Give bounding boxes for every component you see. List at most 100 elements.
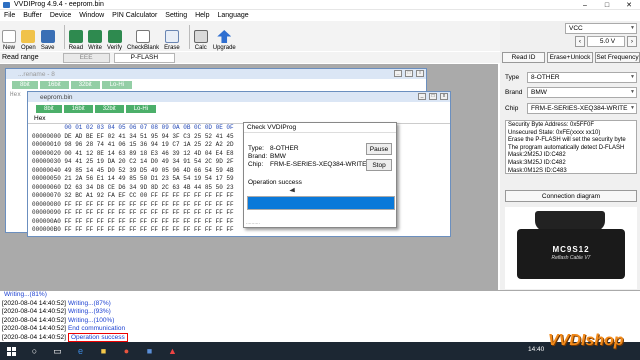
chip-info-box[interactable]: Security Byte Address: 0x5FF0F Unsecured …	[505, 120, 637, 174]
chrome-icon[interactable]: ●	[118, 344, 135, 358]
device-image: MC9S12 Reflash Cable V7	[505, 207, 637, 289]
log-message: Writing...(87%)	[67, 299, 111, 307]
file-explorer-icon[interactable]: ■	[95, 344, 112, 358]
vcc-select[interactable]: VCC ▼	[565, 23, 637, 34]
tab-16bit[interactable]: 16bit	[39, 81, 69, 89]
app-taskbar-icon[interactable]: ▲	[164, 344, 181, 358]
chip-info-line: Mask:3M25J ID:C482	[508, 159, 566, 166]
dialog-chip-value: FRM-E-SERIES-XEQ384-WRITE	[270, 161, 367, 168]
voltage-field[interactable]: 5.0 V	[587, 36, 625, 47]
menu-bar: File Buffer Device Window PIN Calculator…	[0, 10, 640, 21]
voltage-up-button[interactable]: ›	[627, 36, 637, 47]
close-icon[interactable]: x	[440, 93, 448, 100]
verify-button[interactable]: Verify	[107, 23, 122, 51]
windows-start-icon[interactable]	[3, 344, 20, 358]
menu-file[interactable]: File	[4, 12, 15, 19]
toolbar-separator	[63, 25, 65, 49]
toolbar: New Open Save Read Write Verify CheckBla…	[0, 21, 500, 51]
app-icon	[3, 2, 10, 8]
chip-info-line: The program automatically detect D-FLASH	[508, 144, 625, 151]
new-button[interactable]: New	[2, 23, 16, 51]
voltage-down-button[interactable]: ‹	[575, 36, 585, 47]
pause-button[interactable]: Pause	[366, 143, 392, 155]
dialog-type-label: Type:	[248, 145, 264, 152]
menu-help[interactable]: Help	[195, 12, 209, 19]
menu-setting[interactable]: Setting	[165, 12, 187, 19]
tab-32bit[interactable]: 32bit	[94, 105, 124, 113]
chip-select[interactable]: FRM-E-SERIES-XEQ384-WRITE ▼	[527, 103, 637, 114]
device-label-1: MC9S12	[552, 245, 590, 254]
log-timestamp: [2020-08-04 14:40:52]	[2, 299, 66, 307]
minimize-icon[interactable]: _	[418, 93, 426, 100]
menu-language[interactable]: Language	[218, 12, 249, 19]
read-button[interactable]: Read	[69, 23, 83, 51]
menu-pin-calculator[interactable]: PIN Calculator	[112, 12, 157, 19]
connection-diagram-button[interactable]: Connection diagram	[505, 190, 637, 202]
log-line: [2020-08-04 14:40:52] Writing...(93%)	[0, 308, 640, 317]
tab-lo-hi[interactable]: Lo-Hi	[101, 81, 133, 89]
chevron-down-icon: ▼	[630, 105, 635, 111]
dialog-brand-label: Brand:	[248, 153, 268, 160]
type-select[interactable]: 8-OTHER ▼	[527, 72, 637, 83]
edge-browser-icon[interactable]: e	[72, 344, 89, 358]
brand-value: BMW	[531, 89, 547, 96]
tab-eee[interactable]: EEE	[62, 52, 110, 63]
log-timestamp: [2020-08-04 14:40:52]	[2, 308, 66, 316]
watermark-logo: VVDIshop	[548, 332, 624, 350]
stop-button[interactable]: Stop	[366, 159, 392, 171]
tab-8bit[interactable]: 8bit	[36, 105, 62, 113]
save-button[interactable]: Save	[40, 23, 55, 51]
check-dialog: Check VVDIProg Type: 8-OTHER Brand: BMW Ch…	[243, 122, 397, 228]
tab-lo-hi[interactable]: Lo-Hi	[125, 105, 157, 113]
read-id-button[interactable]: Read ID	[502, 52, 545, 63]
chip-label: Chip	[505, 105, 519, 112]
maximize-icon[interactable]: □	[596, 0, 618, 10]
maximize-icon[interactable]: □	[405, 70, 413, 77]
write-chip-icon	[88, 30, 103, 43]
log-timestamp: [2020-08-04 14:40:52]	[2, 325, 66, 333]
erase-button[interactable]: Erase	[164, 23, 180, 51]
minimize-icon[interactable]: _	[394, 70, 402, 77]
log-message: End communication	[67, 325, 126, 333]
menu-device[interactable]: Device	[50, 12, 71, 19]
maximize-icon[interactable]: □	[429, 93, 437, 100]
read-range-label: Read range	[2, 54, 39, 61]
close-icon[interactable]: x	[416, 70, 424, 77]
vvdiprog-taskbar-icon[interactable]: ■	[141, 344, 158, 358]
tab-8bit[interactable]: 8bit	[12, 81, 38, 89]
set-frequency-button[interactable]: Set Frequency	[595, 52, 640, 63]
log-line: [2020-08-04 14:40:52] Writing...(100%)	[0, 317, 640, 326]
calc-button[interactable]: Calc	[193, 23, 208, 51]
brand-select[interactable]: BMW ▼	[527, 87, 637, 98]
new-file-icon	[2, 30, 16, 43]
dialog-resize-grip[interactable]: ..........	[246, 220, 260, 226]
upgrade-button[interactable]: Upgrade	[213, 23, 236, 51]
minimize-icon[interactable]: –	[574, 0, 596, 10]
open-button[interactable]: Open	[21, 23, 36, 51]
progress-track	[247, 196, 395, 210]
tab-16bit[interactable]: 16bit	[63, 105, 93, 113]
search-icon[interactable]: ○	[26, 344, 43, 358]
menu-buffer[interactable]: Buffer	[23, 12, 42, 19]
clock: 14:40	[528, 346, 545, 353]
chevron-down-icon: ▼	[630, 25, 635, 31]
erase-unlock-button[interactable]: Erase+Unlock	[547, 52, 593, 63]
chip-value: FRM-E-SERIES-XEQ384-WRITE	[531, 105, 628, 112]
cable-body	[517, 229, 625, 279]
menu-window[interactable]: Window	[79, 12, 104, 19]
dialog-chip-label: Chip:	[248, 161, 264, 168]
toolbar-separator	[188, 25, 190, 49]
log-message: Writing...(93%)	[67, 308, 111, 316]
calculator-icon	[193, 30, 208, 43]
dialog-type-value: 8-OTHER	[270, 145, 299, 152]
dialog-title: Check VVDIProg	[244, 123, 396, 133]
tab-32bit[interactable]: 32bit	[70, 81, 100, 89]
chip-info-line: Unsecured State: 0xFE(xxxx xx10)	[508, 129, 601, 136]
log-line: [2020-08-04 14:40:52] Writing...(87%)	[0, 300, 640, 309]
write-button[interactable]: Write	[88, 23, 103, 51]
task-view-icon[interactable]: ▭	[49, 344, 66, 358]
log-panel[interactable]: Writing...(81%) [2020-08-04 14:40:52] Writ…	[0, 290, 640, 342]
close-icon[interactable]: ✕	[618, 0, 640, 10]
tab-p-flash[interactable]: P-FLASH	[113, 52, 176, 63]
checkblank-button[interactable]: CheckBlank	[127, 23, 159, 51]
